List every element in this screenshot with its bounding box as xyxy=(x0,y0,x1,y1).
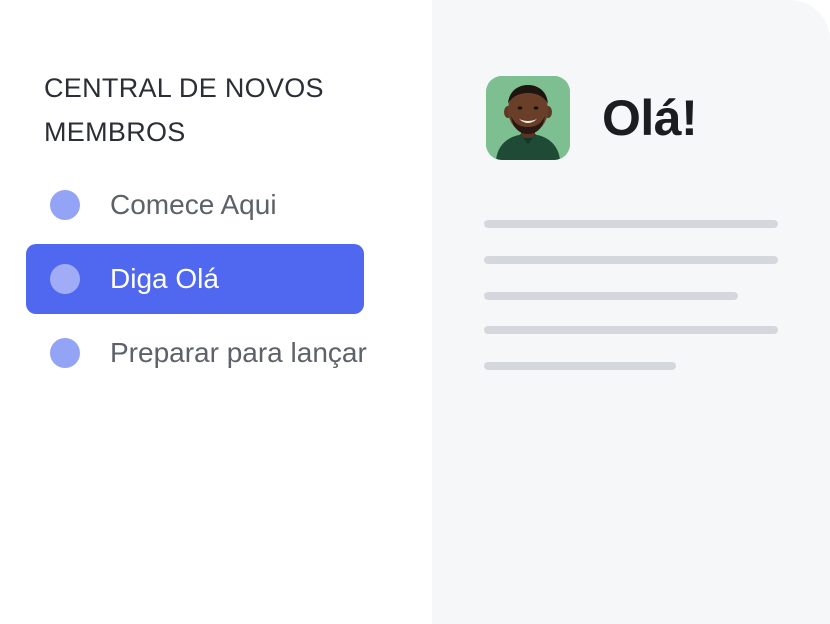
sidebar-title: CENTRAL DE NOVOS MEMBROS xyxy=(44,66,384,154)
nav-item-diga-ola[interactable]: Diga Olá xyxy=(26,244,364,314)
bullet-dot-icon xyxy=(50,190,80,220)
sidebar-title-line-1: CENTRAL DE NOVOS xyxy=(44,73,324,103)
person-avatar-icon xyxy=(486,76,570,160)
sidebar-title-line-2: MEMBROS xyxy=(44,117,186,147)
nav-item-comece-aqui[interactable]: Comece Aqui xyxy=(26,170,364,240)
content-panel: Olá! xyxy=(432,0,830,624)
bullet-dot-icon xyxy=(50,338,80,368)
text-placeholder-line xyxy=(484,256,778,264)
sidebar: CENTRAL DE NOVOS MEMBROS Comece Aqui Dig… xyxy=(0,0,432,624)
text-placeholder-line xyxy=(484,292,738,300)
nav-item-preparar-para-lancar[interactable]: Preparar para lançar xyxy=(26,318,367,388)
nav-item-label: Diga Olá xyxy=(110,263,219,294)
text-placeholder-line xyxy=(484,220,778,228)
greeting-heading: Olá! xyxy=(602,90,698,146)
nav-item-label: Comece Aqui xyxy=(110,189,277,220)
text-placeholder-line xyxy=(484,326,778,334)
nav-item-label: Preparar para lançar xyxy=(110,337,367,368)
bullet-dot-icon xyxy=(50,264,80,294)
text-placeholder-line xyxy=(484,362,676,370)
avatar xyxy=(486,76,570,160)
